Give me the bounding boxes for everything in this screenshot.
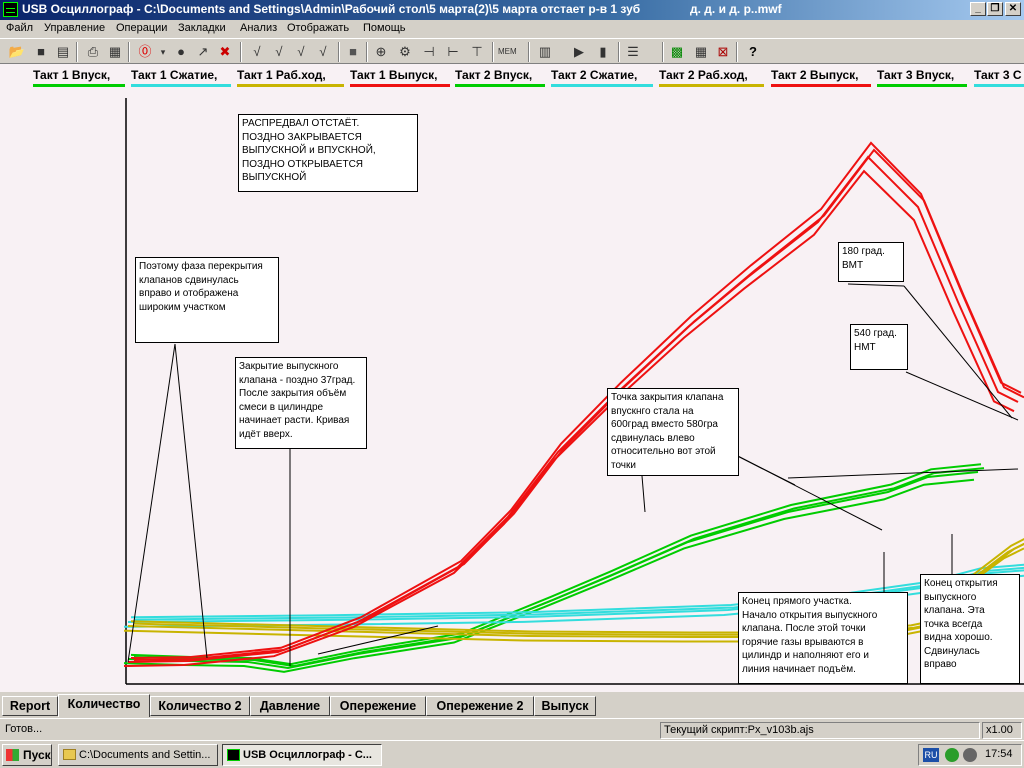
- tab-quantity[interactable]: Количество: [58, 694, 150, 717]
- toolbar-separator: [528, 42, 530, 62]
- cross-icon[interactable]: ⊠: [714, 43, 732, 61]
- toolbar-separator: [618, 42, 620, 62]
- check4-icon[interactable]: √: [314, 43, 332, 61]
- window-title-extra: д. д. и д. р..mwf: [690, 2, 782, 16]
- check-icon[interactable]: √: [248, 43, 266, 61]
- record-icon[interactable]: ●: [172, 43, 190, 61]
- toolbar-separator: [240, 42, 242, 62]
- arrow-line: [174, 343, 208, 659]
- oscilloscope-icon: [227, 749, 240, 761]
- taskbar-explorer-label: C:\Documents and Settin...: [79, 749, 211, 761]
- gears-icon[interactable]: ⚙: [396, 43, 414, 61]
- toolbar-separator: [662, 42, 664, 62]
- note-exhaust-open-end: Конец открытия выпускного клапана. Эта т…: [920, 574, 1020, 684]
- graph-icon[interactable]: ▥: [536, 43, 554, 61]
- toolbar-separator: [338, 42, 340, 62]
- taskbar: Пуск C:\Documents and Settin... USB Осци…: [0, 740, 1024, 768]
- run-icon[interactable]: ↗: [194, 43, 212, 61]
- app-icon[interactable]: [3, 2, 18, 17]
- toolbar-separator: [492, 42, 494, 62]
- arrow-line: [127, 343, 176, 663]
- arrow-line: [721, 447, 883, 531]
- menu-file[interactable]: Файл: [6, 22, 33, 34]
- grid-icon[interactable]: ▦: [692, 43, 710, 61]
- note-bdc: 540 град. НМТ: [850, 324, 908, 370]
- check2-icon[interactable]: √: [270, 43, 288, 61]
- tab-quantity-2[interactable]: Количество 2: [150, 696, 250, 716]
- tab-bar: Report Количество Количество 2 Давление …: [0, 692, 1024, 718]
- start-button[interactable]: Пуск: [2, 744, 52, 766]
- cursor2-icon[interactable]: ⊢: [444, 43, 462, 61]
- taskbar-oscilloscope[interactable]: USB Осциллограф - C...: [222, 744, 382, 766]
- toolbar: 📂 ■ ▤ ⎙ ▦ ⓪ ▾ ● ↗ ✖ √ √ √ √ ■ ⊕ ⚙ ⊣ ⊢ ⊤ …: [0, 38, 1024, 64]
- maximize-button[interactable]: ❐: [987, 2, 1003, 16]
- toolbar-separator: [76, 42, 78, 62]
- tab-report[interactable]: Report: [2, 696, 58, 716]
- menu-help[interactable]: Помощь: [363, 22, 406, 34]
- chart-area: Такт 1 Впуск, Такт 1 Сжатие, Такт 1 Раб.хо…: [0, 64, 1024, 692]
- save-as-icon[interactable]: ▤: [54, 43, 72, 61]
- fit-icon[interactable]: ▩: [668, 43, 686, 61]
- note-overlap-shift: Поэтому фаза перекрытия клапанов сдвинул…: [135, 257, 279, 343]
- square-icon[interactable]: ■: [344, 43, 362, 61]
- status-bar: Готов... Текущий скрипт:Px_v103b.ajs x1.…: [0, 718, 1024, 741]
- windows-logo-icon: [6, 749, 19, 761]
- arrow-line: [787, 468, 1019, 479]
- print-icon[interactable]: ⎙: [84, 43, 102, 61]
- folder-icon: [63, 749, 76, 760]
- minimize-button[interactable]: _: [970, 2, 986, 16]
- tab-pressure[interactable]: Давление: [250, 696, 330, 716]
- toolbar-separator: [128, 42, 130, 62]
- window-title: USB Осциллограф - C:\Documents and Setti…: [22, 2, 641, 16]
- start-label: Пуск: [23, 748, 51, 762]
- status-text: Готов...: [5, 723, 43, 735]
- status-zoom: x1.00: [982, 722, 1022, 739]
- menu-analysis[interactable]: Анализ: [240, 22, 277, 34]
- title-bar: USB Осциллограф - C:\Documents and Setti…: [0, 0, 1024, 20]
- system-tray: RU 17:54: [918, 744, 1022, 766]
- taskbar-explorer[interactable]: C:\Documents and Settin...: [58, 744, 218, 766]
- taskbar-oscilloscope-label: USB Осциллограф - C...: [243, 749, 372, 761]
- help-icon[interactable]: ?: [744, 43, 762, 61]
- note-exhaust-close: Закрытие выпускного клапана - поздно 37г…: [235, 357, 367, 449]
- menu-bookmarks[interactable]: Закладки: [178, 22, 226, 34]
- save-icon[interactable]: ■: [32, 43, 50, 61]
- menu-control[interactable]: Управление: [44, 22, 105, 34]
- export-icon[interactable]: ▦: [106, 43, 124, 61]
- speaker-icon[interactable]: [963, 748, 977, 762]
- open-icon[interactable]: 📂: [8, 43, 26, 61]
- note-intake-close: Точка закрытия клапана впускнго стала на…: [607, 388, 739, 476]
- toolbar-separator: [366, 42, 368, 62]
- arrow-line: [847, 283, 905, 287]
- menu-operations[interactable]: Операции: [116, 22, 167, 34]
- cursor-icon[interactable]: ⊣: [420, 43, 438, 61]
- tab-exhaust[interactable]: Выпуск: [534, 696, 596, 716]
- note-straight-end: Конец прямого участка. Начало открытия в…: [738, 592, 908, 684]
- tab-advance[interactable]: Опережение: [330, 696, 426, 716]
- stop-icon[interactable]: ⓪: [136, 43, 154, 61]
- list-icon[interactable]: ☰: [624, 43, 642, 61]
- close-button[interactable]: ✕: [1005, 2, 1021, 16]
- play2-icon[interactable]: ▮: [594, 43, 612, 61]
- note-tdc: 180 град. ВМТ: [838, 242, 904, 282]
- dropdown-icon[interactable]: ▾: [154, 43, 172, 61]
- clock: 17:54: [985, 748, 1013, 760]
- language-indicator[interactable]: RU: [923, 748, 939, 762]
- note-camshaft-lag: РАСПРЕДВАЛ ОТСТАЁТ. ПОЗДНО ЗАКРЫВАЕТСЯ В…: [238, 114, 418, 192]
- arrow-line: [641, 475, 646, 513]
- tools-icon[interactable]: ✖: [216, 43, 234, 61]
- arrow-line: [903, 285, 1013, 419]
- menu-bar: Файл Управление Операции Закладки Анализ…: [0, 20, 1024, 38]
- check3-icon[interactable]: √: [292, 43, 310, 61]
- cursor3-icon[interactable]: ⊤: [468, 43, 486, 61]
- toolbar-separator: [736, 42, 738, 62]
- mem-icon[interactable]: MEM: [498, 43, 517, 61]
- play-icon[interactable]: ▶: [570, 43, 588, 61]
- menu-display[interactable]: Отображать: [287, 22, 349, 34]
- tab-advance-2[interactable]: Опережение 2: [426, 696, 534, 716]
- status-script: Текущий скрипт:Px_v103b.ajs: [660, 722, 980, 739]
- zoom-icon[interactable]: ⊕: [372, 43, 390, 61]
- tray-app-icon[interactable]: [945, 748, 959, 762]
